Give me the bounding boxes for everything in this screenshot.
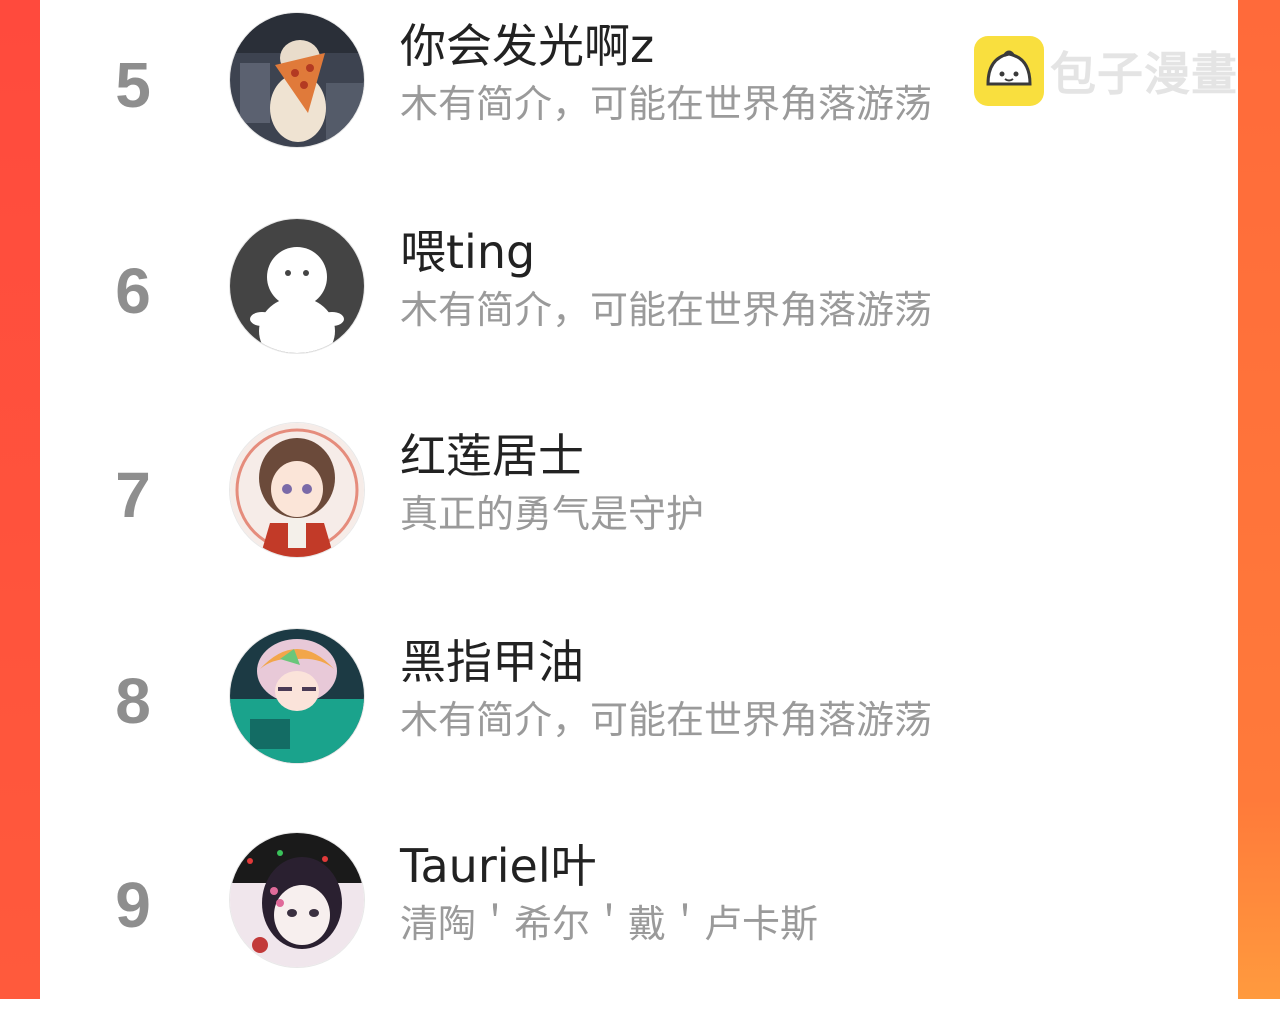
anime-girl-avatar-icon bbox=[230, 423, 364, 557]
rank-number: 8 bbox=[115, 665, 151, 737]
avatar[interactable] bbox=[229, 832, 365, 968]
user-name[interactable]: 喂ting bbox=[400, 224, 535, 280]
avatar[interactable] bbox=[229, 12, 365, 148]
list-item[interactable]: 8 黑指甲油 木有简介，可能在世界角落游荡 bbox=[40, 616, 1238, 820]
ranking-list: 5 你会发光啊z 木有简介，可能在世界角落游荡 6 喂ting 木有简介，可能在… bbox=[40, 0, 1238, 999]
avatar[interactable] bbox=[229, 218, 365, 354]
anime-boy-avatar-icon bbox=[230, 629, 364, 763]
baozi-logo-icon bbox=[974, 36, 1044, 106]
rank-number: 9 bbox=[115, 869, 151, 941]
dog-avatar-icon bbox=[230, 13, 364, 147]
list-item[interactable]: 9 Tauriel叶 清陶＇希尔＇戴＇卢卡斯 bbox=[40, 820, 1238, 1024]
user-bio: 真正的勇气是守护 bbox=[400, 492, 705, 536]
user-name[interactable]: 红莲居士 bbox=[400, 428, 584, 484]
watermark-text: 包子漫畫 bbox=[1050, 47, 1238, 101]
user-name[interactable]: Tauriel叶 bbox=[400, 838, 597, 894]
avatar[interactable] bbox=[229, 628, 365, 764]
user-name[interactable]: 你会发光啊z bbox=[400, 18, 654, 74]
site-watermark: 包子漫畫 bbox=[974, 36, 1238, 106]
christmas-girl-avatar-icon bbox=[230, 833, 364, 967]
left-accent-border bbox=[0, 0, 40, 999]
user-bio: 木有简介，可能在世界角落游荡 bbox=[400, 82, 933, 126]
list-item[interactable]: 7 红莲居士 真正的勇气是守护 bbox=[40, 410, 1238, 614]
rank-number: 7 bbox=[115, 459, 151, 531]
user-bio: 木有简介，可能在世界角落游荡 bbox=[400, 288, 933, 332]
rank-number: 5 bbox=[115, 49, 151, 121]
user-bio: 木有简介，可能在世界角落游荡 bbox=[400, 698, 933, 742]
user-bio: 清陶＇希尔＇戴＇卢卡斯 bbox=[400, 902, 819, 946]
right-accent-border bbox=[1238, 0, 1280, 999]
list-item[interactable]: 6 喂ting 木有简介，可能在世界角落游荡 bbox=[40, 206, 1238, 410]
avatar[interactable] bbox=[229, 422, 365, 558]
user-name[interactable]: 黑指甲油 bbox=[400, 634, 584, 690]
rank-number: 6 bbox=[115, 255, 151, 327]
default-avatar-icon bbox=[230, 219, 364, 353]
